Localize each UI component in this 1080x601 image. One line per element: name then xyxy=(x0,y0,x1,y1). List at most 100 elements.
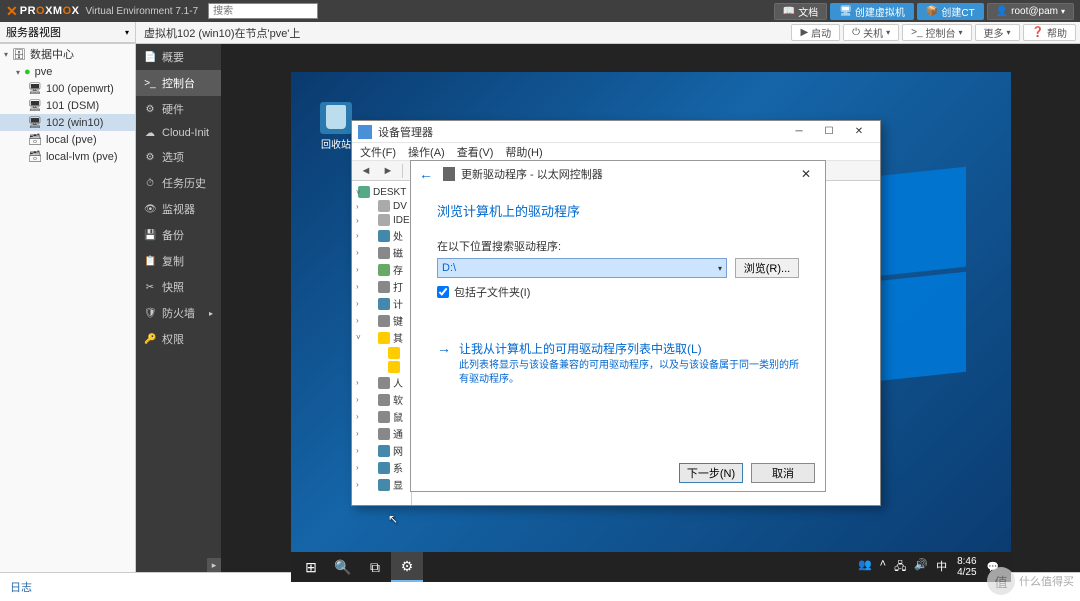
ve-version: Virtual Environment 7.1-7 xyxy=(85,6,198,17)
tree-datacenter[interactable]: ▾🗄数据中心 xyxy=(0,44,135,64)
start-button[interactable]: ▶启动 xyxy=(791,24,840,41)
power-icon: ⏻ xyxy=(852,27,860,38)
menu-backup[interactable]: 💾备份 xyxy=(136,222,221,248)
watermark: 值 什么值得买 xyxy=(987,567,1074,595)
tray-people-icon[interactable]: 👥 xyxy=(858,558,872,577)
novnc-console[interactable]: 回收站 设备管理器 ─ ☐ ✕ 文件(F) 操作(A) 查看(V) xyxy=(222,44,1080,572)
tray-network-icon[interactable]: 🖧 xyxy=(894,558,906,577)
device-tree[interactable]: ˅DESKT ›DV ›IDE ›处 ›磁 ›存 ›打 ›计 ›键 ˅其 ›人 … xyxy=(352,181,412,505)
windows-taskbar: ⊞ 🔍 ⧉ ⚙ 👥 ˄ 🖧 🔊 中 8:46 4/25 xyxy=(291,552,1011,582)
start-button-win[interactable]: ⊞ xyxy=(295,552,327,582)
task-view-button[interactable]: ⧉ xyxy=(359,552,391,582)
collapse-button[interactable]: ▸ xyxy=(207,558,221,572)
shutdown-button[interactable]: ⏻关机▾ xyxy=(843,24,899,41)
menu-view[interactable]: 查看(V) xyxy=(457,144,494,160)
topbar: ✕ PROXMOX Virtual Environment 7.1-7 📖文档 … xyxy=(0,0,1080,22)
vm-icon: 🖥 xyxy=(28,99,42,112)
tree-node-pve[interactable]: ▾●pve xyxy=(0,64,135,80)
copy-icon: 📋 xyxy=(144,256,156,267)
vm-menu: 📄概要 >_控制台 ⚙硬件 ☁Cloud-Init ⚙选项 ⏱任务历史 👁监视器… xyxy=(136,44,222,572)
terminal-icon: >_ xyxy=(144,78,156,89)
nav-forward-button[interactable]: ► xyxy=(378,162,398,180)
vm-icon: 🖥 xyxy=(28,116,42,129)
menu-monitor[interactable]: 👁监视器 xyxy=(136,196,221,222)
save-icon: 💾 xyxy=(144,230,156,241)
devmgr-titlebar[interactable]: 设备管理器 ─ ☐ ✕ xyxy=(352,121,880,143)
driver-icon xyxy=(443,167,455,181)
view-selector[interactable]: 服务器视图 ▾ xyxy=(0,22,136,43)
terminal-icon: >_ xyxy=(911,27,922,38)
create-vm-button[interactable]: 🖥创建虚拟机 xyxy=(830,3,914,20)
devmgr-title: 设备管理器 xyxy=(378,124,433,140)
menu-console[interactable]: >_控制台 xyxy=(136,70,221,96)
node-icon: ● xyxy=(24,66,31,78)
tree-vm-100[interactable]: 🖥100 (openwrt) xyxy=(0,80,135,97)
chevron-down-icon: ▾ xyxy=(718,264,722,273)
search-input[interactable] xyxy=(208,3,318,19)
menu-tasks[interactable]: ⏱任务历史 xyxy=(136,170,221,196)
chip-icon: ⚙ xyxy=(144,104,156,115)
scissors-icon: ✂ xyxy=(144,282,156,293)
close-button[interactable]: ✕ xyxy=(844,122,874,142)
minimize-button[interactable]: ─ xyxy=(784,122,814,142)
taskbar-devmgr[interactable]: ⚙ xyxy=(391,552,423,582)
menu-cloudinit[interactable]: ☁Cloud-Init xyxy=(136,122,221,144)
menu-summary[interactable]: 📄概要 xyxy=(136,44,221,70)
key-icon: 🔑 xyxy=(144,334,156,345)
taskbar-search[interactable]: 🔍 xyxy=(327,552,359,582)
tray-up-icon[interactable]: ˄ xyxy=(880,558,886,577)
wizard-back-button[interactable]: ← xyxy=(419,166,433,182)
wizard-close-button[interactable]: ✕ xyxy=(795,167,817,181)
create-ct-button[interactable]: 📦创建CT xyxy=(917,3,984,20)
pick-from-list-link[interactable]: → 让我从计算机上的可用驱动程序列表中选取(L) 此列表将显示与该设备兼容的可用… xyxy=(437,340,799,387)
watermark-icon: 值 xyxy=(987,567,1015,595)
monitor-icon: 🖥 xyxy=(839,6,852,17)
menu-replication[interactable]: 📋复制 xyxy=(136,248,221,274)
view-row: 服务器视图 ▾ 虚拟机102 (win10)在节点'pve'上 ▶启动 ⏻关机▾… xyxy=(0,22,1080,44)
tree-storage-locallvm[interactable]: 🗃local-lvm (pve) xyxy=(0,148,135,165)
history-icon: ⏱ xyxy=(144,178,156,189)
menu-snapshot[interactable]: ✂快照 xyxy=(136,274,221,300)
resource-tree: ▾🗄数据中心 ▾●pve 🖥100 (openwrt) 🖥101 (DSM) 🖥… xyxy=(0,44,136,572)
devmgr-icon xyxy=(358,125,372,139)
taskbar-clock[interactable]: 8:46 4/25 xyxy=(957,556,976,578)
help-button[interactable]: ❓帮助 xyxy=(1023,24,1076,41)
more-button[interactable]: 更多▾ xyxy=(975,24,1020,41)
menu-help[interactable]: 帮助(H) xyxy=(505,144,542,160)
arrow-right-icon: → xyxy=(437,340,451,356)
user-icon: 👤 xyxy=(996,6,1008,17)
console-button[interactable]: >_控制台▾ xyxy=(902,24,971,41)
menu-permissions[interactable]: 🔑权限 xyxy=(136,326,221,352)
browse-button[interactable]: 浏览(R)... xyxy=(735,258,799,278)
proxmox-logo: ✕ PROXMOX xyxy=(6,3,79,20)
next-button[interactable]: 下一步(N) xyxy=(679,463,743,483)
file-icon: 📄 xyxy=(144,52,156,63)
user-menu-button[interactable]: 👤root@pam▾ xyxy=(987,3,1074,20)
disk-icon: 🗃 xyxy=(28,150,42,163)
chevron-down-icon: ▾ xyxy=(1061,7,1065,16)
server-icon: 🗄 xyxy=(12,48,26,61)
include-subfolders-checkbox[interactable]: 包括子文件夹(I) xyxy=(437,284,799,300)
wizard-titlebar: ← 更新驱动程序 - 以太网控制器 ✕ xyxy=(411,161,825,187)
vm-icon: 🖥 xyxy=(28,82,42,95)
tray-volume-icon[interactable]: 🔊 xyxy=(914,558,928,577)
tree-vm-101[interactable]: 🖥101 (DSM) xyxy=(0,97,135,114)
menu-hardware[interactable]: ⚙硬件 xyxy=(136,96,221,122)
nav-back-button[interactable]: ◄ xyxy=(356,162,376,180)
maximize-button[interactable]: ☐ xyxy=(814,122,844,142)
tray-ime-icon[interactable]: 中 xyxy=(936,558,947,577)
tree-storage-local[interactable]: 🗃local (pve) xyxy=(0,131,135,148)
menu-firewall[interactable]: 🛡防火墙▸ xyxy=(136,300,221,326)
docs-button[interactable]: 📖文档 xyxy=(774,3,827,20)
play-icon: ▶ xyxy=(800,27,808,38)
tree-vm-102[interactable]: 🖥102 (win10) xyxy=(0,114,135,131)
menu-file[interactable]: 文件(F) xyxy=(360,144,396,160)
cancel-button[interactable]: 取消 xyxy=(751,463,815,483)
driver-path-combo[interactable]: D:\ ▾ xyxy=(437,258,727,278)
gear-icon: ⚙ xyxy=(144,152,156,163)
system-tray[interactable]: 👥 ˄ 🖧 🔊 中 xyxy=(858,558,947,577)
wizard-heading: 浏览计算机上的驱动程序 xyxy=(437,201,799,220)
menu-options[interactable]: ⚙选项 xyxy=(136,144,221,170)
menu-action[interactable]: 操作(A) xyxy=(408,144,445,160)
update-driver-wizard: ← 更新驱动程序 - 以太网控制器 ✕ 浏览计算机上的驱动程序 在以下位置搜索驱… xyxy=(410,160,826,492)
